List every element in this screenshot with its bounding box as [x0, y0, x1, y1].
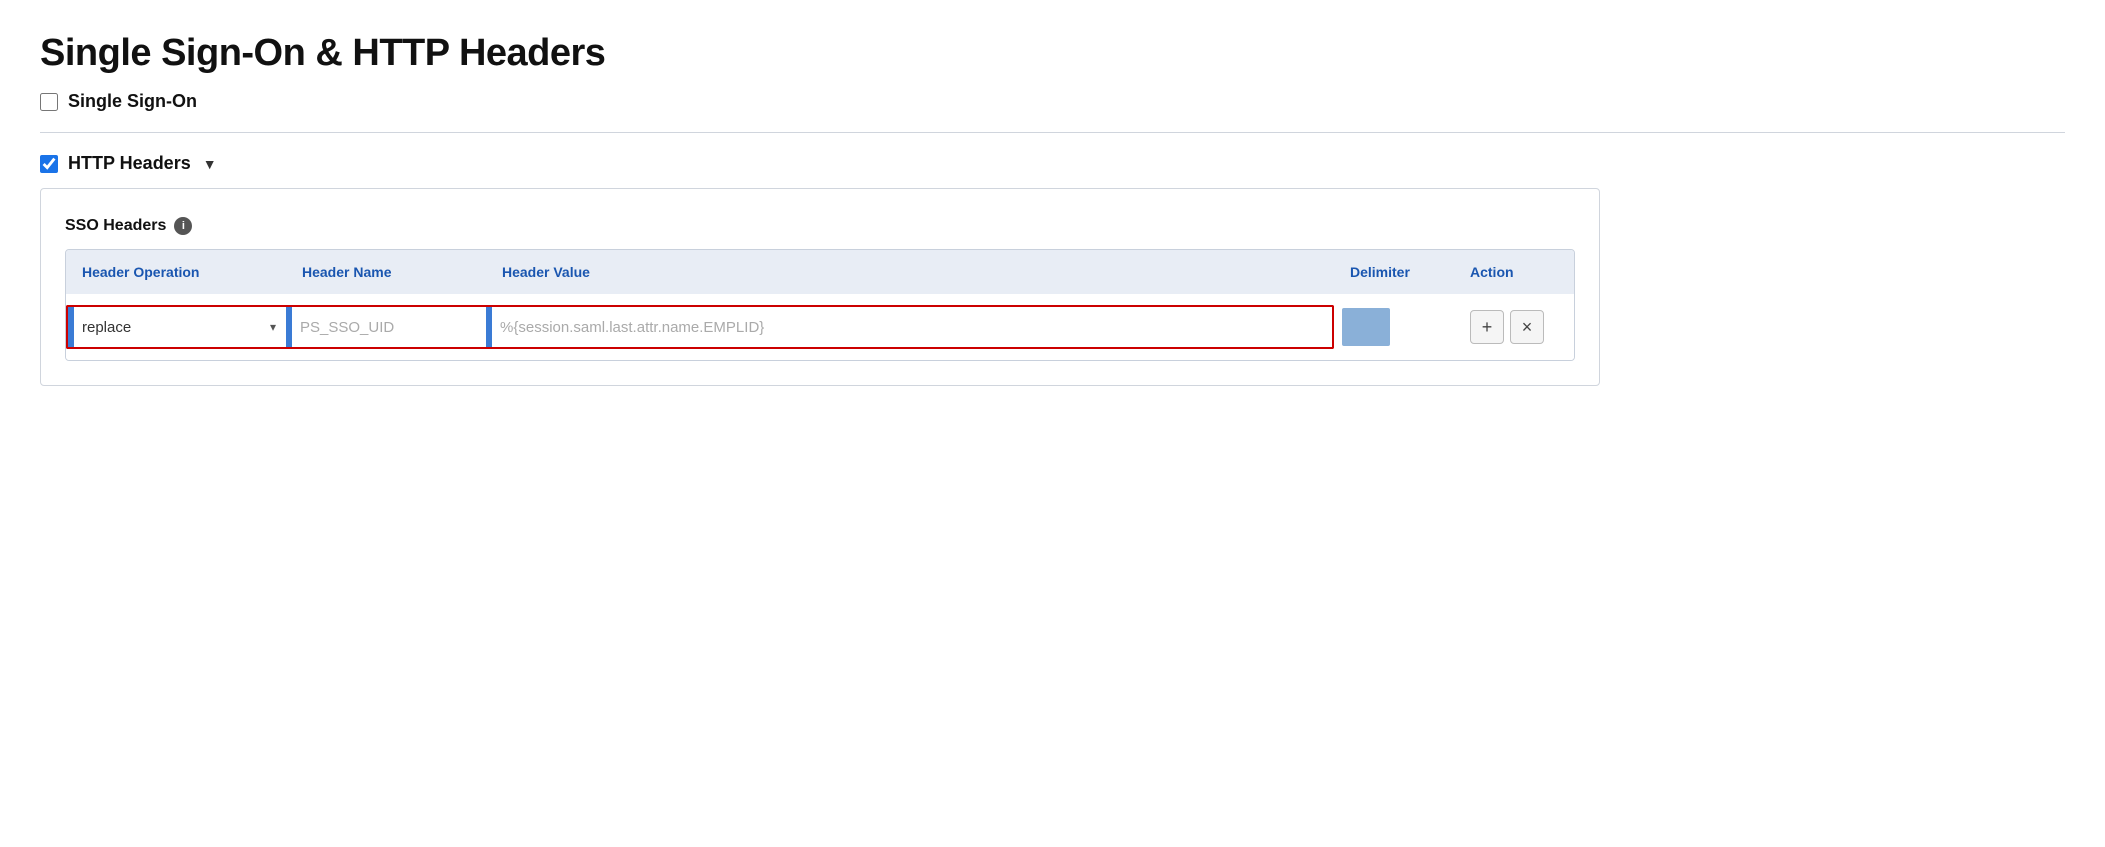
td-name — [286, 305, 486, 349]
table-row: replace add remove set ▾ — [66, 294, 1574, 360]
header-name-input[interactable] — [300, 319, 478, 336]
http-headers-title-row: HTTP Headers ▼ — [40, 153, 2065, 174]
operation-select[interactable]: replace add remove set — [82, 319, 278, 336]
action-cell: + × — [1462, 310, 1552, 344]
col-header-operation: Header Operation — [66, 260, 286, 284]
http-headers-chevron-icon[interactable]: ▼ — [203, 156, 217, 172]
td-delimiter — [1334, 304, 1454, 350]
add-row-button[interactable]: + — [1470, 310, 1504, 344]
section-divider — [40, 132, 2065, 133]
col-header-value: Header Value — [486, 260, 1334, 284]
http-headers-section: HTTP Headers ▼ SSO Headers i Header Oper… — [40, 153, 2065, 386]
page-title: Single Sign-On & HTTP Headers — [40, 32, 2065, 75]
sso-headers-table: Header Operation Header Name Header Valu… — [65, 249, 1575, 361]
http-headers-panel: SSO Headers i Header Operation Header Na… — [40, 188, 1600, 386]
http-headers-checkbox[interactable] — [40, 155, 58, 173]
delimiter-color-block — [1342, 308, 1390, 346]
sso-section: Single Sign-On — [40, 91, 2065, 112]
operation-select-wrapper: replace add remove set ▾ — [82, 319, 278, 336]
td-operation: replace add remove set ▾ — [66, 305, 286, 349]
remove-row-button[interactable]: × — [1510, 310, 1544, 344]
sso-headers-text: SSO Headers — [65, 217, 166, 235]
td-action: + × — [1454, 306, 1574, 348]
col-header-delimiter: Delimiter — [1334, 260, 1454, 284]
sso-checkbox[interactable] — [40, 93, 58, 111]
info-icon[interactable]: i — [174, 217, 192, 235]
col-header-name: Header Name — [286, 260, 486, 284]
table-header-row: Header Operation Header Name Header Valu… — [66, 250, 1574, 294]
sso-label: Single Sign-On — [68, 91, 197, 112]
sso-headers-label: SSO Headers i — [65, 217, 1575, 235]
http-headers-label: HTTP Headers — [68, 153, 191, 174]
td-value — [486, 305, 1334, 349]
col-header-action: Action — [1454, 260, 1574, 284]
header-value-input[interactable] — [500, 319, 1324, 336]
